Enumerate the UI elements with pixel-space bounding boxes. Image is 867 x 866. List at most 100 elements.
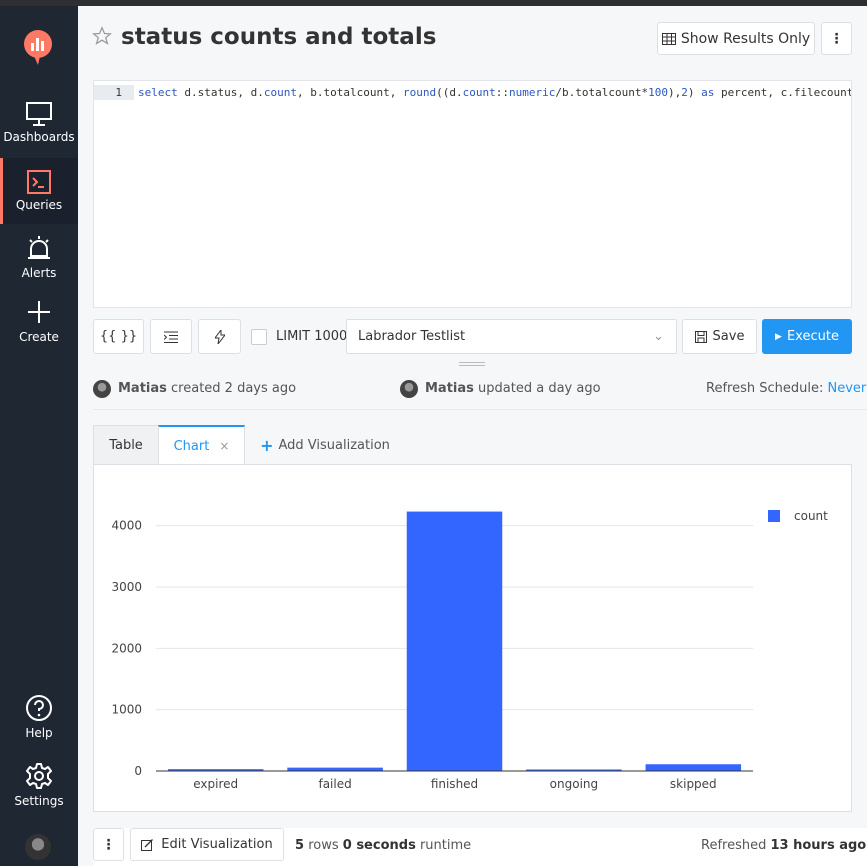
plus-icon: +: [260, 435, 274, 455]
sidebar-item-label: Settings: [14, 794, 64, 808]
x-tick-label: skipped: [670, 777, 717, 791]
legend-label: count: [794, 509, 828, 523]
created-text: created 2 days ago: [171, 381, 297, 396]
lightning-icon: [214, 329, 225, 344]
edit-icon: [141, 838, 154, 851]
chart-panel: 0 1000 2000 3000 4000 expired failed finished on…: [93, 464, 852, 812]
sidebar-item-settings[interactable]: Settings: [0, 756, 78, 822]
sidebar-item-label: Help: [25, 726, 53, 740]
created-by-user: Matias: [118, 381, 167, 396]
plus-icon: [28, 301, 50, 323]
datasource-value: Labrador Testlist: [358, 329, 466, 344]
sql-editor[interactable]: 1 select d.status, d.count, b.totalcount…: [93, 80, 852, 308]
query-footer: ⋮ Edit Visualization 5 rows 0 seconds ru…: [93, 828, 867, 866]
user-avatar[interactable]: [25, 834, 51, 860]
rows-label: rows: [308, 838, 339, 853]
refreshed-value: 13 hours ago: [770, 838, 867, 853]
query-metadata: Matias created 2 days ago Matias updated…: [93, 370, 867, 410]
bar: [406, 511, 503, 771]
tab-chart[interactable]: Chart ×: [158, 425, 245, 465]
x-tick-label: finished: [431, 777, 478, 791]
y-tick-label: 4000: [111, 519, 142, 533]
monitor-icon: [26, 102, 52, 126]
limit-checkbox[interactable]: [251, 329, 267, 345]
show-results-only-button[interactable]: Show Results Only: [657, 22, 815, 55]
play-icon: ▶: [775, 331, 782, 342]
query-page: status counts and totals Show Results On…: [78, 6, 867, 866]
updated-text: updated a day ago: [478, 381, 601, 396]
runtime-label: runtime: [419, 838, 472, 853]
edit-visualization-label: Edit Visualization: [161, 837, 273, 852]
terminal-icon: [27, 170, 51, 194]
star-icon[interactable]: [92, 26, 112, 46]
rows-runtime: 5 rows 0 seconds runtime: [295, 838, 471, 853]
save-button[interactable]: Save: [682, 319, 757, 354]
sidebar-item-queries[interactable]: Queries: [0, 158, 78, 224]
sidebar-item-help[interactable]: Help: [0, 688, 78, 754]
refreshed-status: Refreshed 13 hours ago: [701, 838, 866, 853]
floppy-icon: [694, 330, 707, 343]
avatar: [93, 380, 111, 398]
bar: [645, 764, 742, 771]
help-icon: [26, 695, 52, 721]
runtime-value: 0 seconds: [342, 838, 416, 853]
execute-label: Execute: [786, 329, 839, 344]
rows-count: 5: [295, 838, 305, 853]
y-tick-label: 2000: [111, 641, 142, 655]
redash-logo[interactable]: [22, 28, 54, 68]
tab-chart-label: Chart: [173, 438, 210, 454]
execute-button[interactable]: ▶ Execute: [762, 319, 852, 354]
x-tick-label: ongoing: [550, 777, 598, 791]
refresh-schedule-label: Refresh Schedule:: [706, 381, 824, 396]
params-label: {{ }}: [99, 329, 138, 344]
indent-icon: [164, 331, 178, 343]
add-visualization-button[interactable]: + Add Visualization: [260, 425, 390, 465]
datasource-select[interactable]: Labrador Testlist ⌄: [346, 319, 677, 354]
more-vertical-icon: ⋮: [829, 30, 844, 47]
sidebar-item-dashboards[interactable]: Dashboards: [0, 90, 78, 156]
edit-visualization-button[interactable]: Edit Visualization: [130, 828, 284, 861]
save-label: Save: [712, 329, 745, 344]
more-options-button[interactable]: ⋮: [821, 22, 852, 55]
sidebar-item-label: Queries: [15, 198, 63, 212]
line-number: 1: [94, 85, 134, 100]
y-tick-label: 1000: [111, 703, 142, 717]
y-tick-label: 3000: [111, 580, 142, 594]
legend-swatch: [768, 510, 780, 522]
resize-handle[interactable]: [459, 362, 485, 366]
footer-more-button[interactable]: ⋮: [93, 828, 124, 861]
limit-label: LIMIT 1000: [276, 329, 348, 344]
add-visualization-label: Add Visualization: [278, 437, 390, 453]
alarm-icon: [28, 236, 50, 259]
avatar: [400, 380, 418, 398]
updated-by-user: Matias: [425, 381, 474, 396]
chevron-down-icon: ⌄: [653, 329, 664, 344]
sidebar-item-create[interactable]: Create: [0, 292, 78, 358]
format-query-button[interactable]: [150, 319, 192, 354]
bar-chart: 0 1000 2000 3000 4000 expired failed finished on…: [111, 509, 828, 791]
add-parameter-button[interactable]: {{ }}: [93, 319, 144, 354]
table-icon: [661, 32, 676, 45]
sidebar-item-label: Alerts: [21, 266, 57, 280]
sidebar-item-label: Create: [19, 330, 59, 344]
gear-icon: [26, 763, 52, 789]
x-tick-label: failed: [318, 777, 351, 791]
tab-table[interactable]: Table: [93, 425, 159, 465]
y-tick-label: 0: [134, 764, 142, 778]
autocomplete-button[interactable]: [198, 319, 241, 354]
code-line: select d.status, d.count, b.totalcount, …: [138, 86, 852, 99]
refresh-schedule-link[interactable]: Never: [827, 381, 866, 396]
sidebar: Dashboards Queries Alerts Create Help Se…: [0, 6, 78, 866]
show-results-only-label: Show Results Only: [680, 30, 811, 47]
tab-table-label: Table: [109, 438, 143, 453]
sidebar-item-alerts[interactable]: Alerts: [0, 226, 78, 292]
page-title: status counts and totals: [121, 24, 437, 50]
close-icon[interactable]: ×: [219, 439, 229, 453]
sidebar-item-label: Dashboards: [3, 130, 75, 144]
more-vertical-icon: ⋮: [101, 836, 116, 853]
bar: [287, 767, 383, 771]
x-tick-label: expired: [193, 777, 238, 791]
refreshed-label: Refreshed: [701, 838, 767, 853]
visualization-tabs: Table Chart × + Add Visualization: [93, 425, 852, 465]
page-header: status counts and totals Show Results On…: [78, 6, 867, 68]
